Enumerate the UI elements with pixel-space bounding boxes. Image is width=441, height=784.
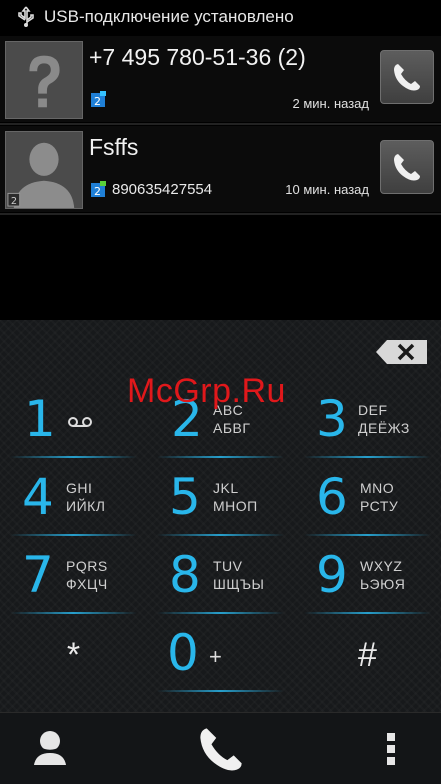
key-underline: [304, 612, 431, 614]
key-digit: 7: [22, 546, 54, 604]
key-underline: [10, 534, 137, 536]
dial-key-9[interactable]: 9 WXYZ ЬЭЮЯ: [294, 540, 441, 618]
list-divider: [0, 213, 441, 215]
dial-key-star[interactable]: *: [0, 618, 147, 696]
key-digit: 6: [316, 468, 348, 526]
key-letters-latin: WXYZ: [360, 558, 403, 574]
key-letters-latin: JKL: [213, 480, 239, 496]
key-letters-cyrillic: ЬЭЮЯ: [360, 576, 406, 592]
contacts-button[interactable]: [0, 713, 100, 784]
dial-key-3[interactable]: 3 DEF ДЕЁЖЗ: [294, 384, 441, 462]
sim-2-icon: 2: [91, 91, 106, 108]
key-digit: 4: [22, 468, 54, 526]
contact-silhouette-icon[interactable]: 2: [5, 131, 83, 209]
key-letters-cyrillic: МНОП: [213, 498, 258, 514]
dial-key-1[interactable]: 1: [0, 384, 147, 462]
status-bar: USB-подключение установлено: [0, 0, 441, 34]
backspace-icon[interactable]: [375, 339, 429, 365]
key-letters-latin: GHI: [66, 480, 93, 496]
key-underline: [10, 456, 137, 458]
watermark: McGrp.Ru: [127, 372, 286, 410]
contacts-icon: [34, 731, 66, 765]
key-digit: 9: [316, 546, 348, 604]
key-digit: 1: [24, 390, 56, 448]
key-underline: [157, 612, 284, 614]
contact-name: Fsffs: [89, 134, 139, 160]
key-letters-latin: MNO: [360, 480, 395, 496]
dial-key-0[interactable]: 0 +: [147, 618, 294, 696]
key-digit: 0: [167, 624, 199, 682]
call-time: 10 мин. назад: [285, 182, 369, 197]
list-divider: [0, 123, 441, 125]
key-letters-cyrillic: АБВГ: [213, 420, 251, 436]
key-letters-cyrillic: РСТУ: [360, 498, 399, 514]
svg-text:2: 2: [94, 185, 101, 198]
key-letters-cyrillic: ДЕЁЖЗ: [358, 420, 410, 436]
sim-2-icon: 2: [91, 181, 106, 198]
bottom-bar: [0, 712, 441, 784]
svg-text:2: 2: [94, 95, 101, 108]
usb-icon: [18, 6, 34, 27]
key-plus: +: [209, 644, 222, 669]
dial-key-7[interactable]: 7 PQRS ФХЦЧ: [0, 540, 147, 618]
key-letters-latin: TUV: [213, 558, 243, 574]
key-underline: [10, 612, 137, 614]
dial-key-5[interactable]: 5 JKL МНОП: [147, 462, 294, 540]
menu-button[interactable]: [341, 713, 441, 784]
dial-key-hash[interactable]: #: [294, 618, 441, 696]
phone-icon: [394, 154, 420, 181]
call-button[interactable]: [380, 50, 434, 104]
call-button[interactable]: [380, 140, 434, 194]
svg-text:2: 2: [11, 196, 17, 207]
key-letters-cyrillic: ШЩЪЫ: [213, 576, 265, 592]
dial-key-8[interactable]: 8 TUV ШЩЪЫ: [147, 540, 294, 618]
contact-number: 890635427554: [112, 181, 213, 198]
contact-name: +7 495 780-51-36 (2): [89, 44, 306, 70]
key-underline: [157, 690, 284, 692]
voicemail-icon: [68, 417, 92, 427]
key-underline: [157, 534, 284, 536]
overflow-menu-icon: [387, 733, 395, 765]
key-underline: [304, 456, 431, 458]
dial-call-button[interactable]: [160, 713, 281, 784]
call-log-item[interactable]: 2 Fsffs 2 890635427554 10 мин. назад: [0, 126, 441, 212]
key-digit: 3: [316, 390, 348, 448]
key-letters-cyrillic: ИЙКЛ: [66, 498, 106, 514]
key-underline: [304, 534, 431, 536]
key-digit: 5: [169, 468, 201, 526]
key-letters-latin: PQRS: [66, 558, 108, 574]
unknown-contact-icon[interactable]: [5, 41, 83, 119]
key-letters-cyrillic: ФХЦЧ: [66, 576, 108, 592]
dial-key-6[interactable]: 6 MNO РСТУ: [294, 462, 441, 540]
call-time: 2 мин. назад: [292, 96, 369, 111]
phone-icon: [394, 64, 420, 91]
key-symbol: #: [358, 636, 377, 674]
dial-key-4[interactable]: 4 GHI ИЙКЛ: [0, 462, 147, 540]
key-letters-latin: DEF: [358, 402, 388, 418]
key-symbol: *: [66, 636, 81, 674]
status-text: USB-подключение установлено: [44, 7, 294, 26]
key-digit: 8: [169, 546, 201, 604]
key-underline: [157, 456, 284, 458]
call-log-item[interactable]: +7 495 780-51-36 (2) 2 2 мин. назад: [0, 36, 441, 122]
phone-icon: [199, 728, 242, 771]
